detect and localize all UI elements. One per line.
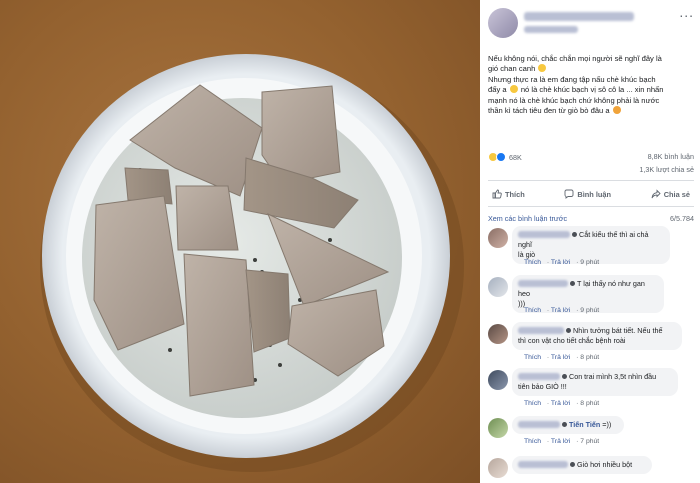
badge-icon xyxy=(562,422,567,427)
avatar[interactable] xyxy=(488,8,518,38)
like-label: Thích xyxy=(505,189,525,199)
post-photo[interactable] xyxy=(0,0,480,483)
comment-text: thì con vật cho tiết chắc bệnh roài xyxy=(518,336,626,345)
commenter-name-blurred[interactable] xyxy=(518,421,560,428)
comment-text: Con trai mình 3,5t nhìn đầu xyxy=(569,372,657,381)
comment-text: =)) xyxy=(602,420,612,429)
comment-count[interactable]: 8,8K bình luận xyxy=(639,150,694,163)
badge-icon xyxy=(570,462,575,467)
comment-text: Giò hơi nhiều bột xyxy=(577,460,633,469)
post-actions: Thích Bình luận Chia sẻ xyxy=(488,186,694,202)
badge-icon xyxy=(572,232,577,237)
comment-button[interactable]: Bình luận xyxy=(560,186,615,202)
smile-emoji-icon xyxy=(538,64,547,73)
comment-item: Cắt kiểu thế thì ai chả nghĩ là giò Thíc… xyxy=(488,226,694,272)
share-icon xyxy=(651,189,661,199)
comment-reply-link[interactable]: Trả lời xyxy=(551,438,570,445)
comment-like-link[interactable]: Thích xyxy=(524,354,541,361)
post-side-panel: ... Nếu không nói, chắc chắn mọi người s… xyxy=(480,0,700,483)
commenter-name-blurred[interactable] xyxy=(518,327,564,334)
badge-icon xyxy=(570,281,575,286)
reactions-summary[interactable]: 68K xyxy=(488,152,522,162)
comment-icon xyxy=(564,189,574,199)
post-time-blurred xyxy=(524,26,578,33)
caption-line: Nhưng thực ra là em đang tập nấu chè khú… xyxy=(488,74,656,84)
like-button[interactable]: Thích xyxy=(488,186,529,202)
photo-image xyxy=(40,54,464,472)
commenter-avatar[interactable] xyxy=(488,324,508,344)
comment-item: T lại thấy nó như gan heo ))) Thích · Tr… xyxy=(488,275,694,321)
view-previous-comments-link[interactable]: Xem các bình luận trước xyxy=(488,214,567,223)
commenter-avatar[interactable] xyxy=(488,418,508,438)
divider xyxy=(488,206,694,207)
comment-time: 7 phút xyxy=(580,438,600,445)
comment-time: 8 phút xyxy=(580,400,600,407)
comment-text: là giò xyxy=(518,250,536,259)
comment-reply-link[interactable]: Trả lời xyxy=(551,259,570,266)
commenter-name-blurred[interactable] xyxy=(518,373,560,380)
comment-text: tiên bảo GIÒ !!! xyxy=(518,382,567,391)
commenter-avatar[interactable] xyxy=(488,458,508,478)
comment-reply-link[interactable]: Trả lời xyxy=(551,400,570,407)
comment-item: Con trai mình 3,5t nhìn đầu tiên bảo GIÒ… xyxy=(488,368,694,414)
comments-pagination: 6/5.784 xyxy=(670,214,694,223)
share-count[interactable]: 1,3K lượt chia sẻ xyxy=(639,163,694,176)
commenter-name-blurred[interactable] xyxy=(518,280,568,287)
share-button[interactable]: Chia sẻ xyxy=(647,186,694,202)
reaction-count: 68K xyxy=(509,152,522,162)
divider xyxy=(488,180,694,181)
commenter-name-blurred[interactable] xyxy=(518,461,568,468)
caption-line: đấy a nó là chè khúc bạch vị sô cô la ..… xyxy=(488,85,664,95)
smile-emoji-icon xyxy=(509,85,518,94)
comment-meta: Thích · Trả lời · 9 phút xyxy=(524,259,600,266)
comment-meta: Thích · Trả lời · 7 phút xyxy=(524,438,600,445)
badge-icon xyxy=(566,328,571,333)
share-label: Chia sẻ xyxy=(663,189,690,199)
commenter-avatar[interactable] xyxy=(488,370,508,390)
more-options-icon[interactable]: ... xyxy=(679,4,694,20)
comment-reply-link[interactable]: Trả lời xyxy=(551,307,570,314)
thumb-up-icon xyxy=(492,189,502,199)
caption-line: gió chan canh xyxy=(488,64,694,74)
comment-time: 9 phút xyxy=(580,307,600,314)
commenter-avatar[interactable] xyxy=(488,228,508,248)
comment-time: 9 phút xyxy=(580,259,600,266)
comments-header: Xem các bình luận trước 6/5.784 xyxy=(488,214,694,223)
comment-meta: Thích · Trả lời · 8 phút xyxy=(524,354,600,361)
comment-bubble: Tiến Tiến =)) xyxy=(512,416,624,434)
comment-like-link[interactable]: Thích xyxy=(524,438,541,445)
comment-meta: Thích · Trả lời · 9 phút xyxy=(524,307,600,314)
comment-like-link[interactable]: Thích xyxy=(524,307,541,314)
comment-like-link[interactable]: Thích xyxy=(524,400,541,407)
like-reaction-icon xyxy=(496,152,506,162)
comment-bubble: Giò hơi nhiều bột xyxy=(512,456,652,474)
commenter-avatar[interactable] xyxy=(488,277,508,297)
comment-item: Tiến Tiến =)) Thích · Trả lời · 7 phút xyxy=(488,416,694,450)
comment-bubble: Nhìn tưởng bát tiết. Nếu thế thì con vật… xyxy=(512,322,682,350)
comment-meta: Thích · Trả lời · 8 phút xyxy=(524,400,600,407)
comment-text: Nhìn tưởng bát tiết. Nếu thế xyxy=(573,326,663,335)
sad-emoji-icon xyxy=(612,106,621,115)
comment-like-link[interactable]: Thích xyxy=(524,259,541,266)
mention-link[interactable]: Tiến Tiến xyxy=(569,420,600,429)
commenter-name-blurred[interactable] xyxy=(518,231,570,238)
comment-label: Bình luận xyxy=(577,189,612,199)
author-name-blurred[interactable] xyxy=(524,12,634,21)
comment-item: Nhìn tưởng bát tiết. Nếu thế thì con vật… xyxy=(488,322,694,368)
comment-reply-link[interactable]: Trả lời xyxy=(551,354,570,361)
caption-line: mạnh nó là chè khúc bạch chứ không phải … xyxy=(488,95,660,105)
post-caption: Nếu không nói, chắc chắn mọi người sẽ ng… xyxy=(488,54,694,116)
badge-icon xyxy=(562,374,567,379)
comment-bubble: Con trai mình 3,5t nhìn đầu tiên bảo GIÒ… xyxy=(512,368,678,396)
caption-line: thần kì tách tiêu đen từ giò bò đâu a xyxy=(488,106,694,116)
comment-time: 8 phút xyxy=(580,354,600,361)
comment-item: Giò hơi nhiều bột xyxy=(488,456,694,483)
caption-line: Nếu không nói, chắc chắn mọi người sẽ ng… xyxy=(488,54,662,63)
post-header: ... xyxy=(480,0,700,50)
